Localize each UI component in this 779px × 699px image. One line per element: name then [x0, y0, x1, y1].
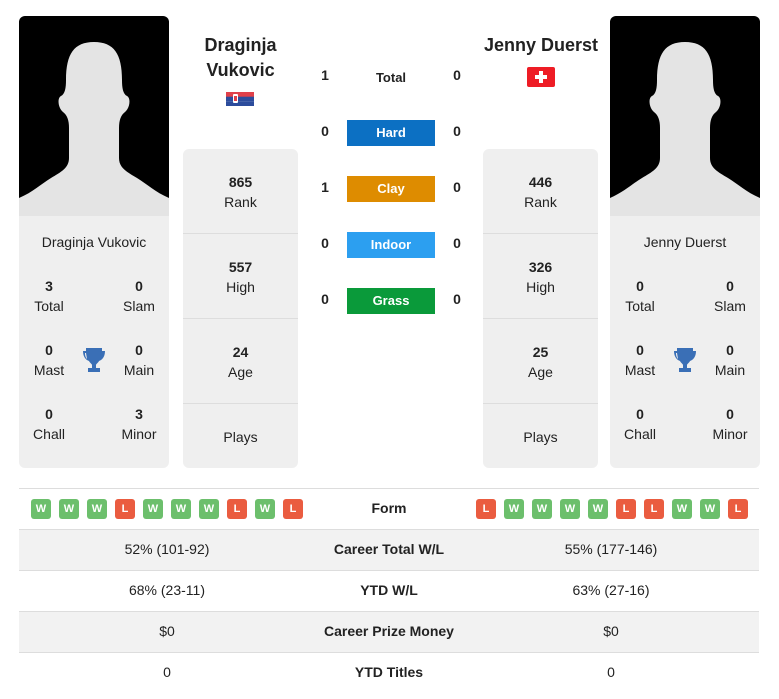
switzerland-flag-icon [527, 67, 555, 87]
silhouette-icon [19, 42, 169, 216]
form-badge-loss[interactable]: L [283, 499, 303, 519]
comparison-table: WWWLWWWLWL Form LWWWWLLWWL 52% (101-92) … [19, 488, 759, 693]
high-cell: 326 High [483, 234, 598, 319]
titles-minor: 3 Minor [121, 406, 157, 442]
row-label: YTD W/L [360, 582, 418, 598]
titles-total: 0 Total [625, 278, 655, 314]
player-left-photo [19, 16, 169, 216]
table-row: 52% (101-92) Career Total W/L 55% (177-1… [19, 529, 759, 570]
player-right-card: Jenny Duerst 0 Total 0 Slam 0 Mast 0 Main 0C… [610, 216, 760, 468]
form-badge-loss[interactable]: L [728, 499, 748, 519]
titles-minor: 0 Minor [712, 406, 748, 442]
form-badge-win[interactable]: W [31, 499, 51, 519]
form-badge-loss[interactable]: L [476, 499, 496, 519]
form-label: Form [371, 500, 407, 516]
left-value: 68% (23-11) [128, 582, 205, 598]
titles-total: 3 Total [34, 278, 64, 314]
h2h-clay-left: 1 [321, 179, 329, 195]
age-cell: 25 Age [483, 319, 598, 404]
form-badge-loss[interactable]: L [227, 499, 247, 519]
form-badge-loss[interactable]: L [644, 499, 664, 519]
form-badge-win[interactable]: W [143, 499, 163, 519]
left-value: 0 [163, 664, 171, 680]
trophy-icon [83, 348, 105, 372]
form-badge-win[interactable]: W [504, 499, 524, 519]
age-cell: 24 Age [183, 319, 298, 404]
titles-chall: 0 Chall [624, 406, 656, 442]
h2h-total-left: 1 [321, 67, 329, 83]
titles-main: 0 Main [123, 342, 155, 378]
h2h-clay-right: 0 [453, 179, 461, 195]
titles-mast: 0 Mast [624, 342, 656, 378]
player-right-stats: 446 Rank 326 High 25 Age Plays [483, 149, 598, 468]
player-right-photo [610, 16, 760, 216]
h2h-total-right: 0 [453, 67, 461, 83]
form-badge-win[interactable]: W [672, 499, 692, 519]
player-right-name: Jenny Duerst [643, 234, 727, 250]
silhouette-icon [610, 42, 760, 216]
row-label: Career Prize Money [324, 623, 454, 639]
h2h-indoor-right: 0 [453, 235, 461, 251]
table-row: $0 Career Prize Money $0 [19, 611, 759, 652]
titles-chall: 0 Chall [33, 406, 65, 442]
player-left-name: Draginja Vukovic [41, 234, 147, 250]
form-badge-win[interactable]: W [255, 499, 275, 519]
titles-mast: 0 Mast [33, 342, 65, 378]
table-row: 0 YTD Titles 0 [19, 652, 759, 693]
form-row: WWWLWWWLWL Form LWWWWLLWWL [19, 488, 759, 529]
titles-main: 0 Main [714, 342, 746, 378]
form-badge-win[interactable]: W [199, 499, 219, 519]
form-badge-win[interactable]: W [59, 499, 79, 519]
h2h-hard-right: 0 [453, 123, 461, 139]
surface-hard-button[interactable]: Hard [347, 120, 435, 146]
right-value: 55% (177-146) [564, 541, 658, 557]
player-left-stats: 865 Rank 557 High 24 Age Plays [183, 149, 298, 468]
right-value: 0 [607, 664, 615, 680]
table-row: 68% (23-11) YTD W/L 63% (27-16) [19, 570, 759, 611]
form-badge-win[interactable]: W [532, 499, 552, 519]
form-left: WWWLWWWLWL [31, 499, 303, 519]
right-value: $0 [603, 623, 619, 639]
form-badge-loss[interactable]: L [616, 499, 636, 519]
surface-indoor-button[interactable]: Indoor [347, 232, 435, 258]
surface-grass-button[interactable]: Grass [347, 288, 435, 314]
rank-cell: 865 Rank [183, 149, 298, 234]
left-value: $0 [159, 623, 175, 639]
surface-clay-button[interactable]: Clay [347, 176, 435, 202]
form-right: LWWWWLLWWL [476, 499, 748, 519]
h2h-grass-left: 0 [321, 291, 329, 307]
h2h-indoor-left: 0 [321, 235, 329, 251]
left-value: 52% (101-92) [124, 541, 210, 557]
h2h-grass-right: 0 [453, 291, 461, 307]
player-left-card: Draginja Vukovic 3 Total 0 Slam 0 Mast 0 Mai… [19, 216, 169, 468]
titles-slam: 0 Slam [123, 278, 155, 314]
titles-slam: 0 Slam [714, 278, 746, 314]
form-badge-win[interactable]: W [171, 499, 191, 519]
form-badge-win[interactable]: W [560, 499, 580, 519]
row-label: Career Total W/L [333, 541, 445, 557]
player-right-title[interactable]: Jenny Duerst [476, 33, 606, 58]
serbia-flag-icon [226, 92, 254, 106]
h2h-total-label: Total [375, 70, 407, 85]
plays-cell: Plays [523, 429, 558, 445]
row-label: YTD Titles [354, 664, 424, 680]
player-left-title[interactable]: Draginja Vukovic [183, 33, 298, 83]
form-badge-win[interactable]: W [700, 499, 720, 519]
right-value: 63% (27-16) [572, 582, 650, 598]
form-badge-win[interactable]: W [588, 499, 608, 519]
h2h-hard-left: 0 [321, 123, 329, 139]
high-cell: 557 High [183, 234, 298, 319]
rank-cell: 446 Rank [483, 149, 598, 234]
form-badge-loss[interactable]: L [115, 499, 135, 519]
trophy-icon [674, 348, 696, 372]
plays-cell: Plays [223, 429, 258, 445]
form-badge-win[interactable]: W [87, 499, 107, 519]
